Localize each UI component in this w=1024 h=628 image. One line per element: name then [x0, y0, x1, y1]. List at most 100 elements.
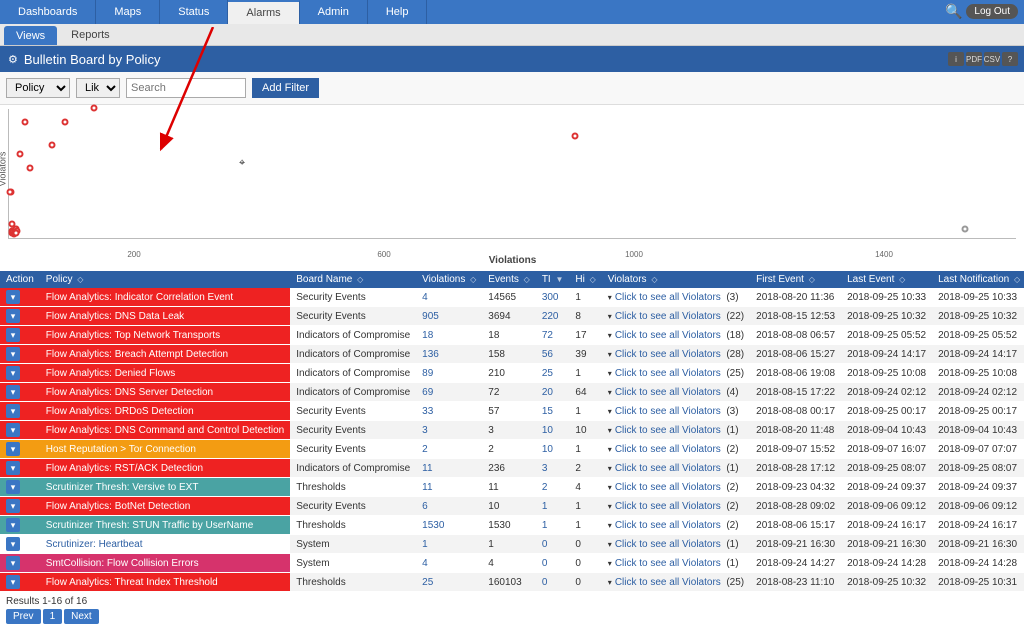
row-action-button[interactable]: ▾ [6, 385, 20, 399]
col-last-event[interactable]: Last Event ◇ [841, 271, 932, 288]
subtab-reports[interactable]: Reports [59, 24, 122, 45]
violators-link[interactable]: Click to see all Violators [615, 577, 721, 588]
header-icon-i[interactable]: i [948, 52, 964, 66]
expand-icon[interactable]: ▾ [608, 445, 612, 454]
cell-ti[interactable]: 0 [542, 539, 548, 550]
cell-violations[interactable]: 4 [422, 558, 428, 569]
cell-violations[interactable]: 905 [422, 311, 439, 322]
cell-policy[interactable]: Flow Analytics: DNS Data Leak [40, 307, 290, 326]
cell-policy[interactable]: Flow Analytics: Threat Index Threshold [40, 573, 290, 592]
add-filter-button[interactable]: Add Filter [252, 78, 319, 98]
expand-icon[interactable]: ▾ [608, 483, 612, 492]
nav-tab-alarms[interactable]: Alarms [228, 0, 299, 24]
row-action-button[interactable]: ▾ [6, 404, 20, 418]
chart-point[interactable] [49, 142, 56, 149]
cell-policy[interactable]: Scrutinizer: Heartbeat [40, 535, 290, 554]
row-action-button[interactable]: ▾ [6, 518, 20, 532]
logout-button[interactable]: Log Out [966, 4, 1018, 19]
cell-policy[interactable]: Flow Analytics: Indicator Correlation Ev… [40, 288, 290, 307]
cell-ti[interactable]: 25 [542, 368, 553, 379]
row-action-button[interactable]: ▾ [6, 347, 20, 361]
cell-ti[interactable]: 72 [542, 330, 553, 341]
next-button[interactable]: Next [64, 609, 99, 624]
cell-ti[interactable]: 3 [542, 463, 548, 474]
page-1-button[interactable]: 1 [43, 609, 63, 624]
cell-policy[interactable]: Flow Analytics: BotNet Detection [40, 497, 290, 516]
expand-icon[interactable]: ▾ [608, 502, 612, 511]
row-action-button[interactable]: ▾ [6, 556, 20, 570]
header-icon-csv[interactable]: CSV [984, 52, 1000, 66]
violators-link[interactable]: Click to see all Violators [615, 387, 721, 398]
cell-ti[interactable]: 2 [542, 482, 548, 493]
cell-violations[interactable]: 2 [422, 444, 428, 455]
cell-violations[interactable]: 1530 [422, 520, 444, 531]
chart-point[interactable] [962, 225, 969, 232]
search-input[interactable] [126, 78, 246, 98]
cell-ti[interactable]: 0 [542, 577, 548, 588]
scatter-chart[interactable]: Violators Violations 0246810121416182022… [8, 109, 1016, 239]
expand-icon[interactable]: ▾ [608, 559, 612, 568]
chart-point[interactable] [571, 132, 578, 139]
row-action-button[interactable]: ▾ [6, 328, 20, 342]
cell-policy[interactable]: Flow Analytics: Breach Attempt Detection [40, 345, 290, 364]
gear-icon[interactable]: ⚙ [8, 53, 18, 66]
header-icon-pdf[interactable]: PDF [966, 52, 982, 66]
col-ti[interactable]: TI ▼ [536, 271, 570, 288]
nav-tab-dashboards[interactable]: Dashboards [0, 0, 96, 24]
expand-icon[interactable]: ▾ [608, 312, 612, 321]
search-icon[interactable]: 🔍 [945, 3, 962, 20]
subtab-views[interactable]: Views [4, 26, 57, 45]
row-action-button[interactable]: ▾ [6, 366, 20, 380]
col-violators[interactable]: Violators ◇ [602, 271, 750, 288]
expand-icon[interactable]: ▾ [608, 293, 612, 302]
cell-violations[interactable]: 18 [422, 330, 433, 341]
header-icon-?[interactable]: ? [1002, 52, 1018, 66]
expand-icon[interactable]: ▾ [608, 350, 612, 359]
expand-icon[interactable]: ▾ [608, 578, 612, 587]
nav-tab-status[interactable]: Status [160, 0, 228, 24]
row-action-button[interactable]: ▾ [6, 290, 20, 304]
cell-ti[interactable]: 20 [542, 387, 553, 398]
expand-icon[interactable]: ▾ [608, 521, 612, 530]
col-action[interactable]: Action [0, 271, 40, 288]
nav-tab-admin[interactable]: Admin [300, 0, 368, 24]
row-action-button[interactable]: ▾ [6, 309, 20, 323]
expand-icon[interactable]: ▾ [608, 464, 612, 473]
expand-icon[interactable]: ▾ [608, 331, 612, 340]
cell-violations[interactable]: 11 [422, 463, 432, 474]
chart-point[interactable] [21, 118, 28, 125]
col-board-name[interactable]: Board Name ◇ [290, 271, 416, 288]
col-policy[interactable]: Policy ◇ [40, 271, 290, 288]
violators-link[interactable]: Click to see all Violators [615, 368, 721, 379]
violators-link[interactable]: Click to see all Violators [615, 558, 721, 569]
violators-link[interactable]: Click to see all Violators [615, 482, 721, 493]
filter-field-select[interactable]: Policy [6, 78, 70, 98]
violators-link[interactable]: Click to see all Violators [615, 330, 721, 341]
cell-policy[interactable]: Scrutinizer Thresh: STUN Traffic by User… [40, 516, 290, 535]
violators-link[interactable]: Click to see all Violators [615, 425, 721, 436]
row-action-button[interactable]: ▾ [6, 480, 20, 494]
expand-icon[interactable]: ▾ [608, 388, 612, 397]
cell-ti[interactable]: 10 [542, 425, 553, 436]
cell-policy[interactable]: Flow Analytics: DNS Server Detection [40, 383, 290, 402]
col-first-event[interactable]: First Event ◇ [750, 271, 841, 288]
row-action-button[interactable]: ▾ [6, 499, 20, 513]
col-hi[interactable]: Hi ◇ [569, 271, 601, 288]
col-violations[interactable]: Violations ◇ [416, 271, 482, 288]
nav-tab-maps[interactable]: Maps [96, 0, 160, 24]
row-action-button[interactable]: ▾ [6, 461, 20, 475]
chart-point[interactable] [12, 229, 19, 236]
violators-link[interactable]: Click to see all Violators [615, 501, 721, 512]
nav-tab-help[interactable]: Help [368, 0, 428, 24]
cell-policy[interactable]: Flow Analytics: Denied Flows [40, 364, 290, 383]
row-action-button[interactable]: ▾ [6, 442, 20, 456]
prev-button[interactable]: Prev [6, 609, 41, 624]
expand-icon[interactable]: ▾ [608, 540, 612, 549]
cell-violations[interactable]: 69 [422, 387, 433, 398]
cell-violations[interactable]: 25 [422, 577, 433, 588]
chart-point[interactable] [17, 151, 24, 158]
cell-violations[interactable]: 33 [422, 406, 433, 417]
cell-violations[interactable]: 3 [422, 425, 428, 436]
violators-link[interactable]: Click to see all Violators [615, 406, 721, 417]
cell-ti[interactable]: 220 [542, 311, 559, 322]
